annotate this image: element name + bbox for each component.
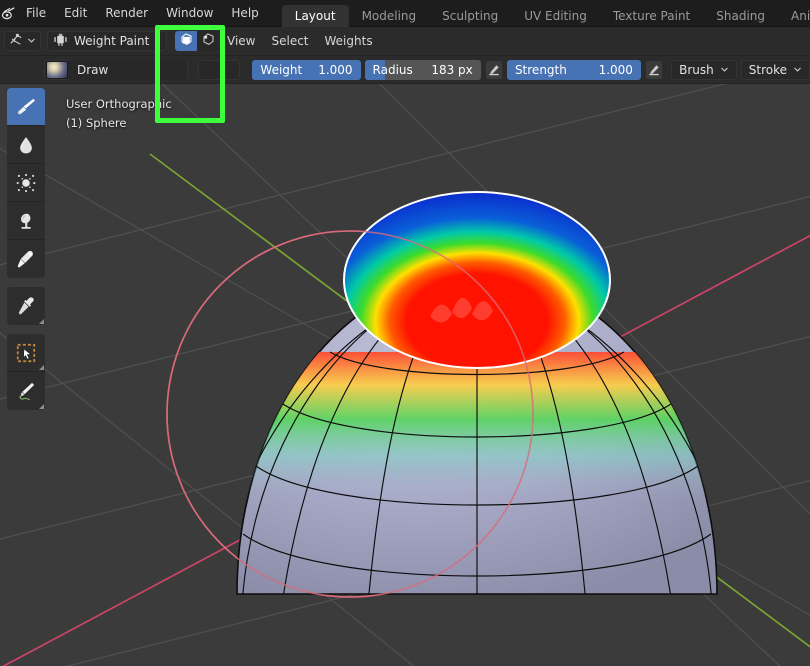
viewport-tool-header: Weight Paint View Select Weights xyxy=(0,27,810,56)
radius-slider-value: 183 px xyxy=(431,62,473,77)
editor-type-selector[interactable] xyxy=(4,31,41,51)
tab-sculpting[interactable]: Sculpting xyxy=(429,5,511,27)
tool-expand-corner[interactable] xyxy=(39,365,44,370)
smear-icon xyxy=(21,213,31,229)
tool-average[interactable] xyxy=(7,164,45,202)
tool-draw[interactable] xyxy=(7,88,45,126)
face-select-mask-toggle[interactable] xyxy=(175,31,197,51)
chevron-down-icon xyxy=(27,34,36,48)
tool-smear[interactable] xyxy=(7,202,45,240)
tool-expand-corner[interactable] xyxy=(39,319,44,324)
brush-dropdown-label: Brush xyxy=(679,62,714,77)
brush-selector[interactable]: Draw xyxy=(44,59,188,80)
menu-edit[interactable]: Edit xyxy=(55,0,96,27)
brush-preview-thumbnail xyxy=(46,60,68,79)
blender-logo-icon[interactable] xyxy=(0,0,17,27)
radius-slider[interactable]: Radius 183 px xyxy=(364,59,481,80)
strength-slider-label: Strength xyxy=(514,62,567,77)
menu-window[interactable]: Window xyxy=(157,0,222,27)
paintbrush-icon xyxy=(17,98,35,114)
toolbar-group-select-annotate xyxy=(7,334,45,410)
weight-slider-value: 1.000 xyxy=(318,62,353,77)
vertex-select-mask-toggle[interactable] xyxy=(197,31,219,51)
viewport-toolbar xyxy=(7,88,45,419)
tab-uv-editing[interactable]: UV Editing xyxy=(511,5,600,27)
gradient-icon xyxy=(17,250,33,268)
tool-settings-bar: Draw Weight 1.000 Radius 183 px Strength… xyxy=(0,56,810,84)
weight-slider-label: Weight xyxy=(260,62,303,77)
tool-sample-weight[interactable] xyxy=(7,287,45,325)
tool-expand-corner[interactable] xyxy=(39,404,44,409)
stroke-settings-dropdown[interactable]: Stroke xyxy=(740,59,810,80)
brush-name-field[interactable]: Draw xyxy=(69,59,187,80)
workspace-tabs: Layout Modeling Sculpting UV Editing Tex… xyxy=(281,0,810,27)
chevron-down-icon xyxy=(793,63,802,77)
tab-texture-paint[interactable]: Texture Paint xyxy=(600,5,703,27)
editor-type-3d-viewport-icon xyxy=(9,32,24,50)
vertex-select-mask-icon xyxy=(201,32,216,50)
top-menu-bar: File Edit Render Window Help Layout Mode… xyxy=(0,0,810,27)
face-select-mask-icon xyxy=(179,32,194,50)
brush-extra-field[interactable] xyxy=(198,59,241,80)
toolbar-group-sample xyxy=(7,287,45,325)
weight-slider[interactable]: Weight 1.000 xyxy=(252,59,361,80)
3d-viewport[interactable]: User Orthographic (1) Sphere xyxy=(0,84,810,666)
header-menu-view[interactable]: View xyxy=(219,31,263,51)
tool-blur[interactable] xyxy=(7,126,45,164)
tool-select-box[interactable] xyxy=(7,334,45,372)
select-mask-toggle-group xyxy=(175,31,219,51)
radius-slider-label: Radius xyxy=(372,62,413,77)
tab-modeling[interactable]: Modeling xyxy=(349,5,430,27)
tool-annotate[interactable] xyxy=(7,372,45,410)
toolbar-group-paint xyxy=(7,88,45,278)
interaction-mode-selector[interactable]: Weight Paint xyxy=(47,31,167,51)
chevron-down-icon xyxy=(720,63,729,77)
tool-gradient[interactable] xyxy=(7,240,45,278)
brush-settings-dropdown[interactable]: Brush xyxy=(671,59,737,80)
mode-label: Weight Paint xyxy=(74,34,150,48)
strength-pressure-toggle[interactable] xyxy=(644,59,664,80)
stroke-dropdown-label: Stroke xyxy=(748,62,787,77)
annotate-pencil-icon xyxy=(19,382,35,401)
strength-slider[interactable]: Strength 1.000 xyxy=(506,59,641,80)
tab-shading[interactable]: Shading xyxy=(703,5,778,27)
select-box-icon xyxy=(16,343,36,362)
droplet-icon xyxy=(20,136,32,153)
menu-help[interactable]: Help xyxy=(222,0,267,27)
strength-slider-value: 1.000 xyxy=(598,62,633,77)
tab-layout[interactable]: Layout xyxy=(281,4,349,27)
menu-file[interactable]: File xyxy=(17,0,55,27)
average-dots-icon xyxy=(16,173,36,192)
menu-render[interactable]: Render xyxy=(96,0,157,27)
viewport-canvas xyxy=(0,84,810,666)
header-menu-select[interactable]: Select xyxy=(263,31,316,51)
header-menu-weights[interactable]: Weights xyxy=(317,31,381,51)
radius-pressure-toggle[interactable] xyxy=(484,59,503,80)
pressure-sensitivity-icon xyxy=(488,64,499,75)
eyedropper-icon xyxy=(18,297,34,315)
weight-paint-mode-icon xyxy=(53,32,68,50)
tab-animation[interactable]: Animation xyxy=(778,5,810,27)
pressure-sensitivity-icon xyxy=(649,64,659,75)
